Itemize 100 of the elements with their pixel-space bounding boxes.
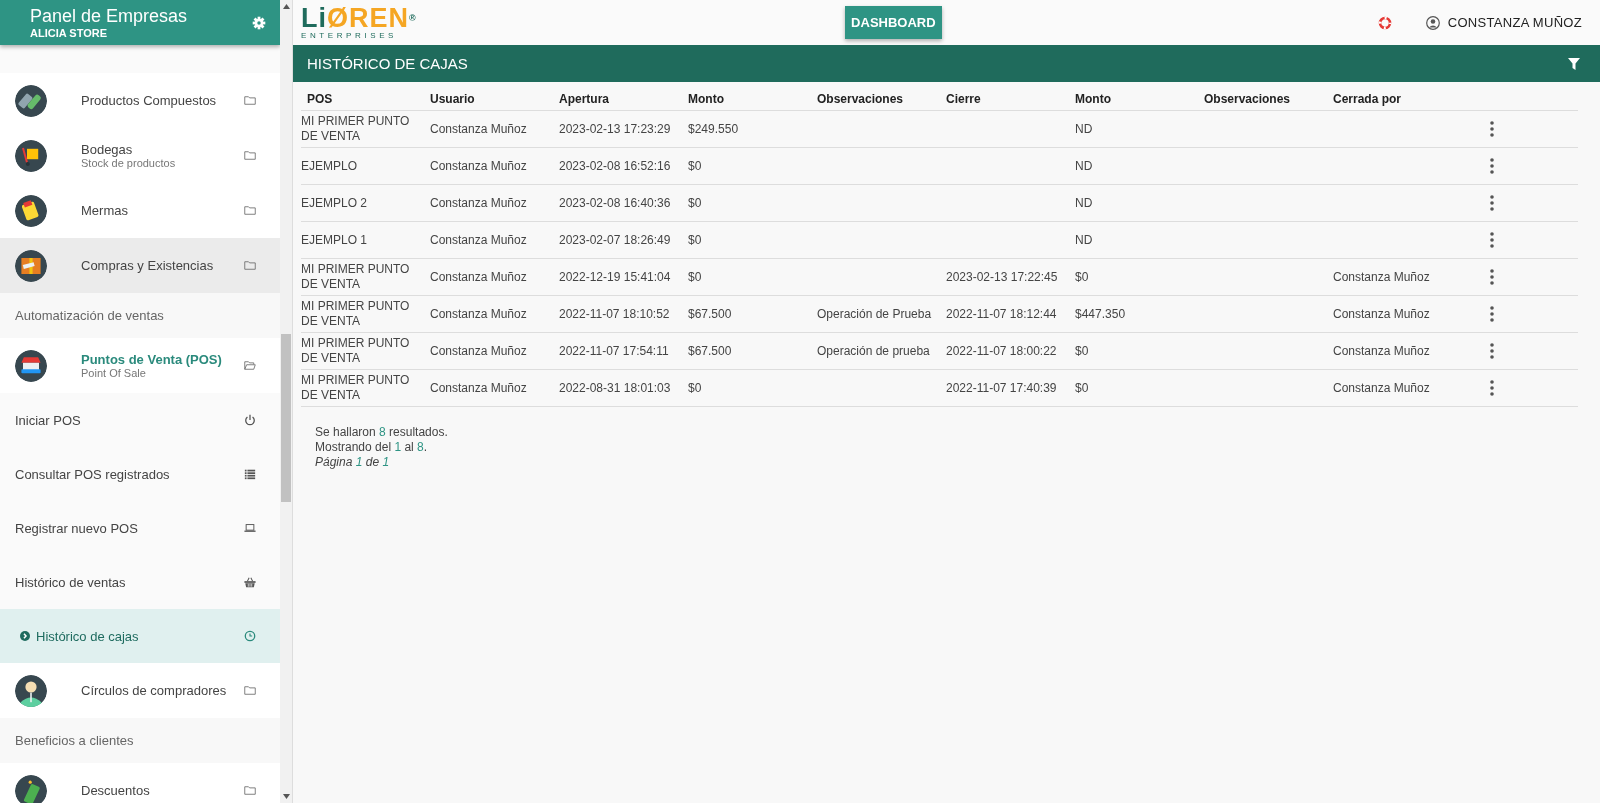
user-icon [1425,15,1440,30]
table-cell-text: MI PRIMER PUNTO DE VENTA [301,262,411,292]
person-icon [15,674,47,707]
store-name: ALICIA STORE [30,27,108,39]
more-options-icon[interactable] [1490,343,1494,359]
more-options-icon[interactable] [1490,158,1494,174]
dashboard-button[interactable]: DASHBOARD [845,6,942,39]
scrollbar-thumb[interactable] [281,334,291,502]
table-cell-text: 2023-02-08 16:52:16 [559,158,672,174]
lifebuoy-icon[interactable] [1377,15,1392,30]
table-cell-text: Constanza Muñoz [430,380,528,396]
table-cell-text: Constanza Muñoz [1333,343,1431,359]
table-cell-text: Operación de Prueba [817,306,933,322]
table-cell-text: $0 [1075,380,1090,396]
table-cell-text: Operación de prueba [817,343,931,359]
table-cell-text: $0 [1075,343,1090,359]
sidebar-item[interactable]: Bodegas Stock de productos [0,128,280,183]
table-cell-text: ND [1075,158,1094,174]
table-cell-text: Constanza Muñoz [430,195,528,211]
table-cell-text: Constanza Muñoz [1333,269,1431,285]
menu-item[interactable]: Histórico de cajas [0,609,280,663]
table-cell-text: Constanza Muñoz [430,232,528,248]
table-cell-text: Constanza Muñoz [1333,380,1431,396]
column-header: Cerrada por [1333,92,1403,106]
table-cell-text: $249.550 [688,121,740,137]
more-options-icon[interactable] [1490,380,1494,396]
table-cell-text: Constanza Muñoz [430,158,528,174]
table-cell-text: 2023-02-13 17:22:45 [946,269,1059,285]
settings-icon[interactable] [252,15,266,30]
laptop-icon [244,522,256,534]
table-cell-text: $0 [1075,269,1090,285]
price-tag-icon [15,774,47,803]
table-cell-text: $0 [688,195,703,211]
table-cell-text: 2023-02-13 17:23:29 [559,121,672,137]
scroll-up-icon[interactable] [282,4,290,9]
table-cell-text: $0 [688,158,703,174]
sidebar-item[interactable]: Mermas [0,183,280,238]
table-cell-text: Constanza Muñoz [430,343,528,359]
panel-title: Panel de Empresas [30,6,189,27]
package-icon [15,249,47,282]
table-cell-text: 2022-08-31 18:01:03 [559,380,672,396]
sidebar-item[interactable]: Productos Compuestos [0,73,280,128]
store-icon [15,349,47,382]
table-cell-text: 2022-11-07 17:40:39 [946,380,1058,396]
folder-icon [244,150,256,161]
more-options-icon[interactable] [1490,269,1494,285]
table-cell-text: ND [1075,121,1094,137]
table-cell-text: Constanza Muñoz [430,306,528,322]
table-cell-text: Constanza Muñoz [430,269,528,285]
page-title: HISTÓRICO DE CAJAS [307,55,468,72]
table-cell-text: ND [1075,232,1094,248]
scroll-down-icon[interactable] [282,794,290,799]
column-header: Apertura [559,92,610,106]
sidebar-item[interactable]: Descuentos [0,763,280,803]
table-cell-text: $67.500 [688,343,733,359]
table-cell-text: EJEMPLO [301,158,358,174]
column-header: Observaciones [1204,92,1292,106]
folder-icon [244,205,256,216]
table-cell-text: 2023-02-07 18:26:49 [559,232,672,248]
table-cell-text: 2022-11-07 18:10:52 [559,306,671,322]
column-header: POS [306,92,334,106]
more-options-icon[interactable] [1490,232,1494,248]
folder-icon [244,95,256,106]
folder-icon [244,785,256,796]
sidebar-item[interactable]: Compras y Existencias [0,238,280,293]
table-cell-text: MI PRIMER PUNTO DE VENTA [301,299,411,329]
more-options-icon[interactable] [1490,195,1494,211]
table-cell-text: 2022-11-07 18:12:44 [946,306,1058,322]
table-cell-text: MI PRIMER PUNTO DE VENTA [301,336,411,366]
table-cell-text: 2022-11-07 17:54:11 [559,343,670,359]
table-cell-text: $0 [688,380,703,396]
column-header: Monto [1075,92,1112,106]
hand-truck-icon [15,139,47,172]
column-header: Cierre [946,92,982,106]
scrollbar[interactable] [280,0,293,803]
table-cell-text: 2022-12-19 15:41:04 [559,269,672,285]
table-cell-text: 2023-02-08 16:40:36 [559,195,672,211]
folder-icon [244,685,256,696]
basket-icon [244,576,256,588]
chevron-icon [20,631,30,641]
table-cell-text: EJEMPLO 2 [301,195,369,211]
folder-open-icon [244,360,256,371]
table-cell-text: 2022-11-07 18:00:22 [946,343,1058,359]
book-icon [15,194,47,227]
column-header: Observaciones [817,92,905,106]
table-cell-text: ND [1075,195,1094,211]
table-cell-text: EJEMPLO 1 [301,232,369,248]
filter-icon[interactable] [1568,57,1580,70]
result-summary: Página 1 de 1 [315,455,390,470]
sidebar-item[interactable]: Círculos de compradores [0,663,280,718]
more-options-icon[interactable] [1490,121,1494,137]
result-summary: Se hallaron 8 resultados. [315,425,448,440]
table-cell-text: MI PRIMER PUNTO DE VENTA [301,114,411,144]
more-options-icon[interactable] [1490,306,1494,322]
list-icon [244,468,256,480]
table-cell-text: $0 [688,232,703,248]
table-cell-text: $447.350 [1075,306,1127,322]
table-cell-text: Constanza Muñoz [430,121,528,137]
column-header: Monto [688,92,725,106]
sidebar-item[interactable]: Puntos de Venta (POS) Point Of Sale [0,338,280,393]
